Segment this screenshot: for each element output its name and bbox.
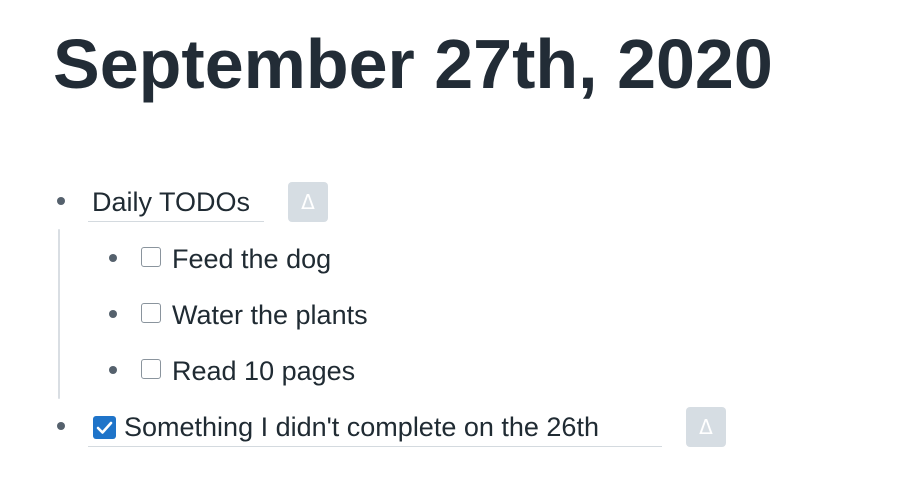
- bullet-icon[interactable]: [57, 197, 65, 205]
- block-text-daily-todos[interactable]: Daily TODOs: [92, 185, 250, 219]
- todo-checkbox-checked[interactable]: [93, 416, 116, 439]
- delta-button[interactable]: Δ: [288, 182, 328, 222]
- block-underline: [88, 221, 264, 222]
- bullet-icon[interactable]: [109, 254, 117, 262]
- todo-checkbox[interactable]: [141, 247, 161, 267]
- page-title: September 27th, 2020: [53, 25, 773, 103]
- todo-checkbox[interactable]: [141, 303, 161, 323]
- delta-button[interactable]: Δ: [686, 407, 726, 447]
- bullet-icon[interactable]: [109, 310, 117, 318]
- checkmark-icon: [96, 421, 113, 434]
- children-thread-line: [58, 229, 60, 399]
- todo-text-water-the-plants[interactable]: Water the plants: [172, 298, 368, 332]
- bullet-icon[interactable]: [109, 366, 117, 374]
- todo-text-read-10-pages[interactable]: Read 10 pages: [172, 354, 355, 388]
- block-underline: [88, 446, 662, 447]
- todo-text-feed-the-dog[interactable]: Feed the dog: [172, 242, 331, 276]
- todo-checkbox[interactable]: [141, 359, 161, 379]
- block-text-incomplete-26th[interactable]: Something I didn't complete on the 26th: [124, 410, 599, 444]
- bullet-icon[interactable]: [57, 422, 65, 430]
